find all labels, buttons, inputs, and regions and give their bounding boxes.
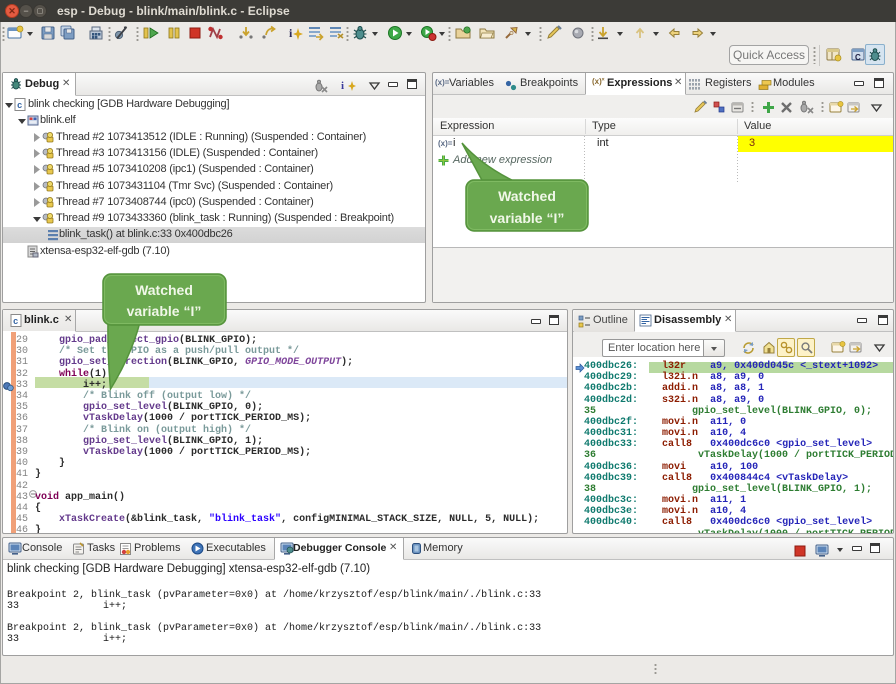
svg-text:Watched: Watched xyxy=(135,282,193,298)
svg-text:c: c xyxy=(13,317,18,327)
svg-text:Watched: Watched xyxy=(498,188,556,204)
svg-text:variable “I”: variable “I” xyxy=(490,210,565,226)
svg-text:C: C xyxy=(855,53,861,62)
svg-text:variable “I”: variable “I” xyxy=(127,303,202,319)
svg-text:c: c xyxy=(17,101,22,111)
svg-text:i: i xyxy=(341,80,344,92)
svg-text:i: i xyxy=(289,26,293,40)
